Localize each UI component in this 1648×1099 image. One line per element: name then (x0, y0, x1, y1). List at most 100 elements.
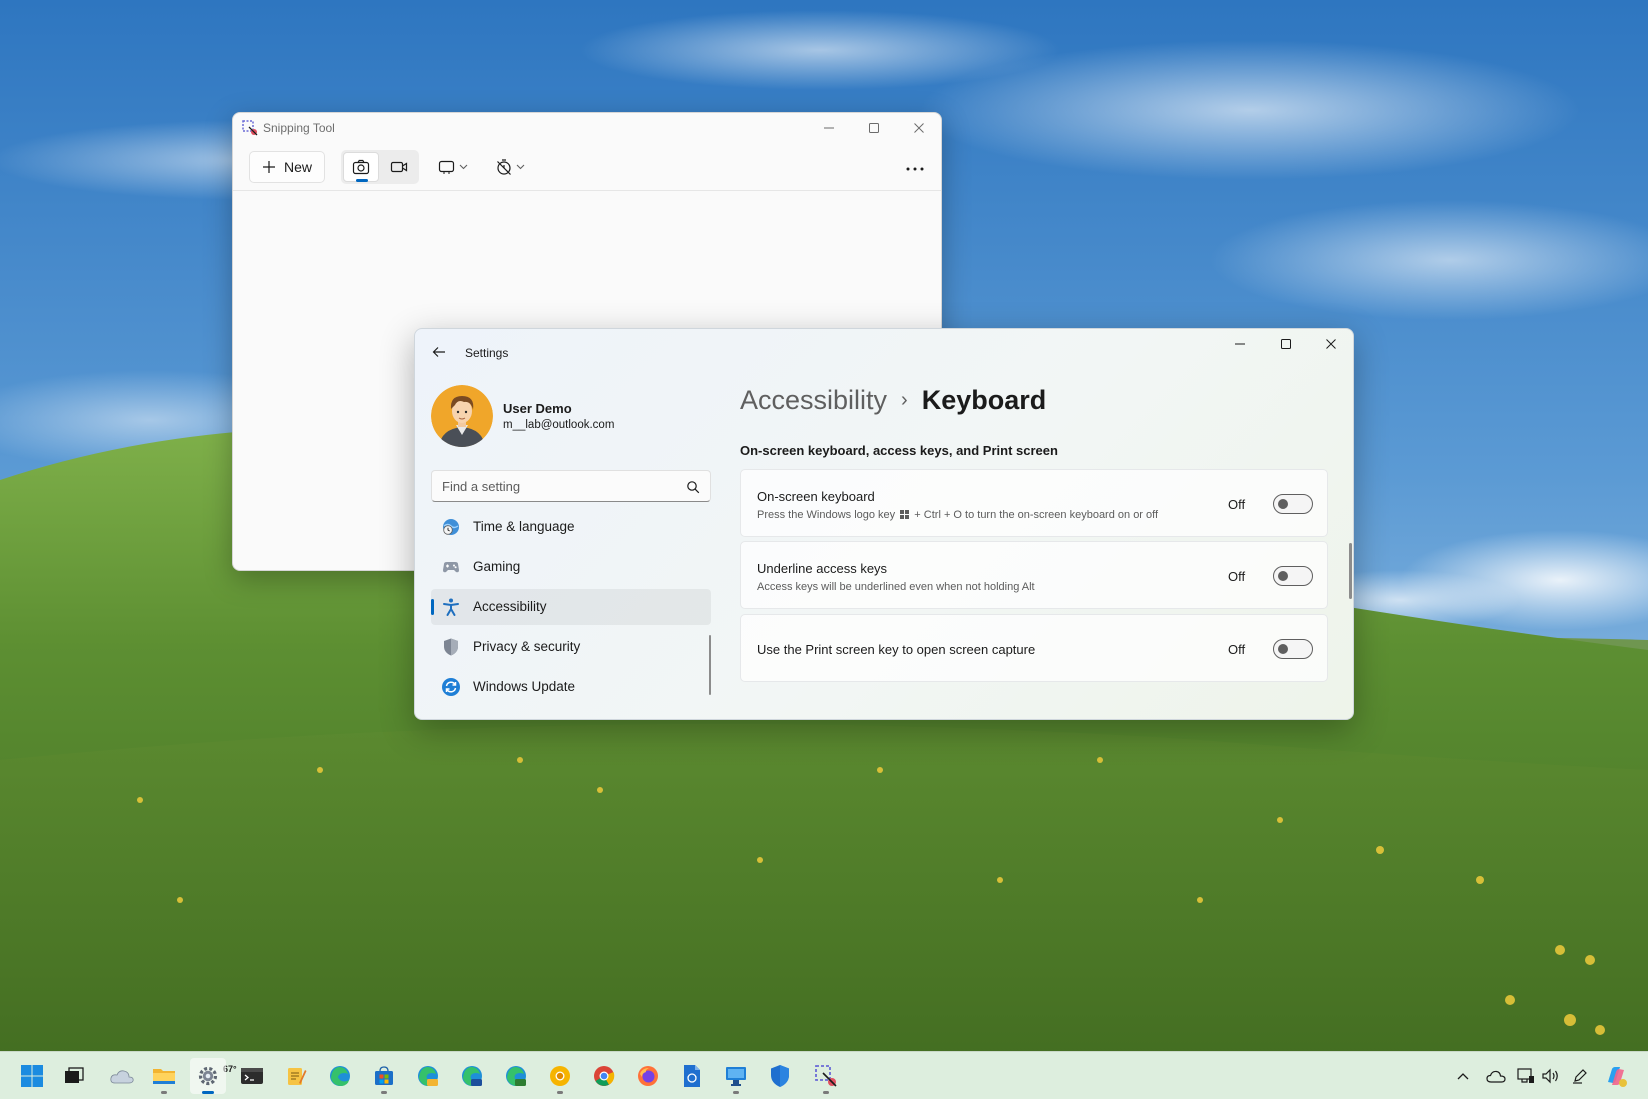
notepad-button[interactable] (278, 1058, 314, 1094)
nav-item-privacy-security[interactable]: Privacy & security (431, 629, 711, 665)
snip-delay-dropdown[interactable] (495, 153, 525, 181)
breadcrumb: Accessibility › Keyboard (740, 385, 1046, 425)
snip-window-title: Snipping Tool (263, 121, 335, 135)
maximize-icon (869, 123, 879, 133)
snipping-tool-taskbar-button[interactable] (808, 1058, 844, 1094)
edge-beta-icon (462, 1066, 482, 1086)
settings-close-button[interactable] (1309, 329, 1353, 359)
breadcrumb-separator: › (901, 389, 908, 411)
start-button[interactable] (14, 1058, 50, 1094)
onedrive-tray-button[interactable] (1486, 1066, 1506, 1086)
settings-window[interactable]: Settings User Demo m__lab@outlook.com Ti… (414, 328, 1354, 720)
chevron-down-icon (459, 164, 468, 170)
running-indicator (557, 1091, 563, 1094)
snip-more-options-button[interactable] (901, 155, 929, 183)
video-mode-button[interactable] (381, 152, 417, 182)
copilot-tray-button[interactable] (1604, 1064, 1628, 1088)
nav-item-time-language[interactable]: Time & language (431, 509, 711, 545)
nav-label-windows-update: Windows Update (473, 679, 576, 694)
avatar[interactable] (431, 385, 493, 447)
chevron-up-icon (1457, 1073, 1469, 1080)
microsoft-store-button[interactable] (366, 1058, 402, 1094)
active-mode-indicator (356, 179, 368, 182)
new-snip-label: New (283, 159, 312, 175)
pen-icon (1573, 1069, 1587, 1084)
document-button[interactable] (674, 1058, 710, 1094)
settings-taskbar-button[interactable] (190, 1058, 226, 1094)
nav-label-gaming: Gaming (473, 559, 521, 574)
screenshot-mode-button[interactable] (343, 152, 379, 182)
card-description: Press the Windows logo key + Ctrl + O to… (757, 509, 1158, 521)
on-screen-keyboard-toggle[interactable] (1273, 494, 1313, 514)
taskbar: 67° (0, 1051, 1648, 1099)
snipping-tool-app-icon (241, 119, 259, 137)
terminal-button[interactable] (234, 1058, 270, 1094)
network-tray-button[interactable] (1516, 1066, 1536, 1086)
print-screen-toggle[interactable] (1273, 639, 1313, 659)
snip-close-button[interactable] (897, 113, 941, 143)
nav-active-indicator (431, 599, 434, 615)
volume-icon (1542, 1068, 1558, 1084)
snip-title-bar[interactable]: Snipping Tool (233, 113, 941, 143)
snipping-tool-icon (815, 1065, 837, 1087)
snip-toolbar: New (233, 147, 941, 191)
card-title: Use the Print screen key to open screen … (757, 642, 1036, 657)
print-screen-card: Use the Print screen key to open screen … (740, 614, 1328, 682)
settings-minimize-button[interactable] (1218, 329, 1262, 359)
running-indicator (823, 1091, 829, 1094)
snip-shape-dropdown[interactable] (438, 153, 468, 181)
new-snip-button[interactable]: New (249, 151, 325, 183)
settings-maximize-button[interactable] (1264, 329, 1308, 359)
weather-widget-icon (110, 1070, 134, 1084)
nav-item-gaming[interactable]: Gaming (431, 549, 711, 585)
search-input[interactable] (432, 471, 710, 501)
breadcrumb-parent[interactable]: Accessibility (740, 385, 887, 416)
task-view-button[interactable] (56, 1058, 92, 1094)
chrome-button[interactable] (586, 1058, 622, 1094)
windows-security-icon (771, 1065, 789, 1087)
edge-beta-button[interactable] (454, 1058, 490, 1094)
chrome-canary-button[interactable] (542, 1058, 578, 1094)
chrome-canary-icon (550, 1066, 570, 1086)
active-indicator (202, 1091, 214, 1094)
card-description: Access keys will be underlined even when… (757, 581, 1035, 593)
firefox-button[interactable] (630, 1058, 666, 1094)
card-title: Underline access keys (757, 561, 888, 576)
windows-security-button[interactable] (762, 1058, 798, 1094)
remote-desktop-button[interactable] (718, 1058, 754, 1094)
content-scrollbar[interactable] (1349, 543, 1352, 599)
on-screen-keyboard-card: On-screen keyboard Press the Windows log… (740, 469, 1328, 537)
show-hidden-icons-button[interactable] (1453, 1066, 1473, 1086)
underline-access-keys-card: Underline access keys Access keys will b… (740, 541, 1328, 609)
weather-widget[interactable]: 67° (104, 1058, 237, 1094)
toggle-state-label: Off (1228, 569, 1246, 584)
network-icon (1517, 1068, 1534, 1083)
snip-minimize-button[interactable] (807, 113, 851, 143)
file-explorer-button[interactable] (146, 1058, 182, 1094)
back-button[interactable] (425, 339, 453, 365)
volume-tray-button[interactable] (1541, 1066, 1561, 1086)
task-view-icon (65, 1067, 84, 1083)
toggle-state-label: Off (1228, 497, 1246, 512)
toggle-state-label: Off (1228, 642, 1246, 657)
close-icon (1326, 339, 1336, 349)
nav-item-windows-update[interactable]: Windows Update (431, 669, 711, 705)
document-icon (684, 1065, 700, 1087)
no-delay-timer-icon (497, 159, 511, 175)
description-text: + Ctrl + O to turn the on-screen keyboar… (914, 509, 1159, 521)
rectangle-snip-icon (438, 160, 455, 174)
underline-access-keys-toggle[interactable] (1273, 566, 1313, 586)
edge-button[interactable] (322, 1058, 358, 1094)
minimize-icon (1235, 343, 1245, 345)
edge-canary-button[interactable] (410, 1058, 446, 1094)
start-icon (21, 1065, 43, 1087)
nav-item-accessibility[interactable]: Accessibility (431, 589, 711, 625)
globe-clock-icon (443, 519, 459, 535)
edge-dev-button[interactable] (498, 1058, 534, 1094)
snip-maximize-button[interactable] (852, 113, 896, 143)
pen-tray-button[interactable] (1570, 1066, 1590, 1086)
nav-label-accessibility: Accessibility (473, 599, 547, 614)
nav-scrollbar[interactable] (709, 635, 711, 695)
minimize-icon (824, 127, 834, 129)
search-icon[interactable] (686, 480, 700, 494)
